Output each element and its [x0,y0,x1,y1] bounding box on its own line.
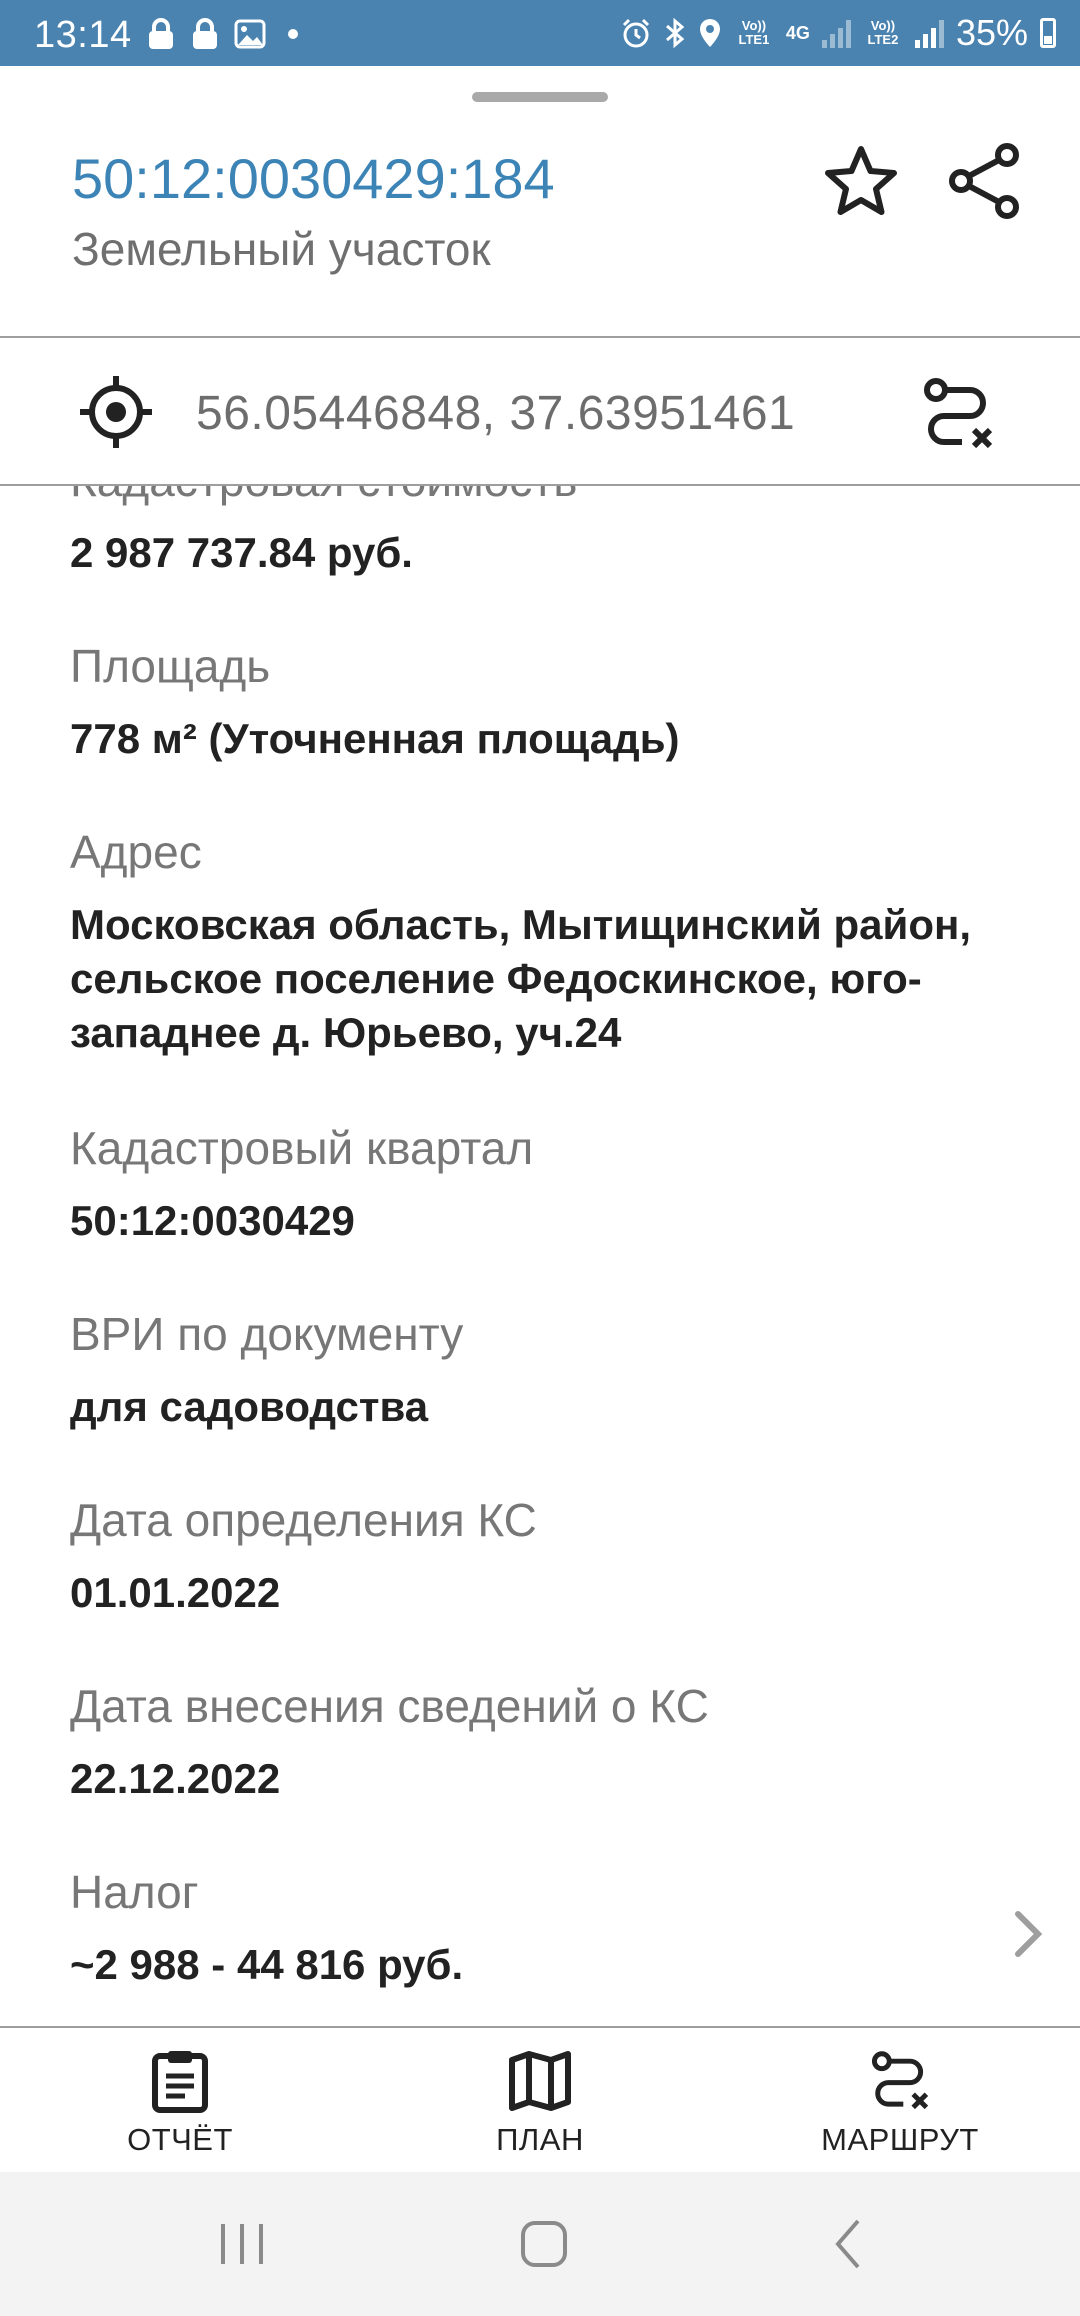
network-type: 4G [785,23,810,43]
detail-value: 50:12:0030429 [70,1197,355,1244]
home-button[interactable] [484,2172,604,2316]
bottom-action-bar: ОТЧЁТ ПЛАН МАРШРУТ [0,2026,1080,2172]
lock-icon [149,18,173,49]
detail-label: Дата внесения сведений о КС [70,1680,709,1732]
detail-value: для садоводства [70,1383,429,1430]
recent-apps-icon [221,2224,263,2264]
battery-icon [1040,18,1056,48]
detail-label: Площадь [70,640,271,692]
detail-label: Кадастровая стоимость [70,486,1030,508]
lock-icon [193,18,217,49]
route-label: МАРШРУТ [821,2122,979,2157]
favorite-button[interactable] [816,136,906,226]
detail-cadastral-quarter: Кадастровый квартал 50:12:0030429 [70,1120,1030,1248]
status-bar: 13:14 Vo)) LTE1 4G Vo)) LTE2 35% [0,0,1080,66]
detail-label: ВРИ по документу [70,1308,464,1360]
plan-label: ПЛАН [496,2122,584,2157]
share-icon [949,143,1019,219]
detail-label: Налог [70,1866,199,1918]
object-type-subtitle: Земельный участок [72,223,491,275]
detail-value: 01.01.2022 [70,1569,281,1616]
detail-value: Московская область, Мытищинский район, с… [70,901,972,1056]
signal-icon [821,18,851,48]
route-icon [871,2051,929,2110]
detail-label: Адрес [70,826,202,878]
crosshair-icon [80,376,152,448]
detail-valuation-date: Дата определения КС 01.01.2022 [70,1492,1030,1620]
detail-area: Площадь 778 м² (Уточненная площадь) [70,638,1030,766]
home-icon [521,2221,567,2267]
plan-button[interactable]: ПЛАН [460,2028,620,2174]
report-button[interactable]: ОТЧЁТ [100,2028,260,2174]
signal-icon [914,18,944,48]
map-icon [509,2051,571,2111]
coordinates-value[interactable]: 56.05446848, 37.63951461 [196,386,795,441]
details-list[interactable]: Кадастровая стоимость 2 987 737.84 руб. … [0,486,1080,2026]
detail-permitted-use: ВРИ по документу для садоводства [70,1306,1030,1434]
detail-value: 22.12.2022 [70,1755,281,1802]
detail-label: Кадастровый квартал [70,1122,534,1174]
clipboard-icon [152,2051,208,2113]
system-icons: Vo)) LTE1 4G Vo)) LTE2 35% [620,12,1056,54]
drag-handle[interactable] [472,92,608,102]
recent-apps-button[interactable] [182,2172,302,2316]
system-navigation-bar [0,2172,1080,2316]
image-icon [234,19,266,49]
detail-address: Адрес Московская область, Мытищинский ра… [70,824,1030,1060]
battery-percent: 35% [955,12,1028,53]
share-button[interactable] [940,136,1030,226]
back-button[interactable] [788,2172,908,2316]
detail-tax[interactable]: Налог ~2 988 - 44 816 руб. [70,1864,1030,1992]
alarm-icon [622,18,649,48]
route-icon[interactable] [918,374,998,454]
detail-cadastral-value: Кадастровая стоимость 2 987 737.84 руб. [70,486,1030,580]
clock: 13:14 [34,14,132,56]
route-button[interactable]: МАРШРУТ [800,2028,1000,2174]
sim1-label: Vo)) LTE1 [738,18,770,47]
coordinates-row[interactable]: 56.05446848, 37.63951461 [0,338,1080,484]
detail-label: Дата определения КС [70,1494,537,1546]
report-label: ОТЧЁТ [127,2122,233,2157]
cadastral-number-title: 50:12:0030429:184 [72,147,555,210]
back-icon [835,2219,860,2269]
sim2-label: Vo)) LTE2 [867,18,899,47]
notification-icons [146,18,298,50]
more-notifications-dot [288,29,298,39]
detail-value: ~2 988 - 44 816 руб. [70,1941,464,1988]
chevron-right-icon[interactable] [1006,1904,1050,1964]
location-icon [699,19,720,47]
detail-value: 778 м² (Уточненная площадь) [70,715,680,762]
bluetooth-icon [665,17,685,49]
star-icon [825,146,897,215]
detail-entry-date: Дата внесения сведений о КС 22.12.2022 [70,1678,1030,1806]
detail-value: 2 987 737.84 руб. [70,529,413,576]
